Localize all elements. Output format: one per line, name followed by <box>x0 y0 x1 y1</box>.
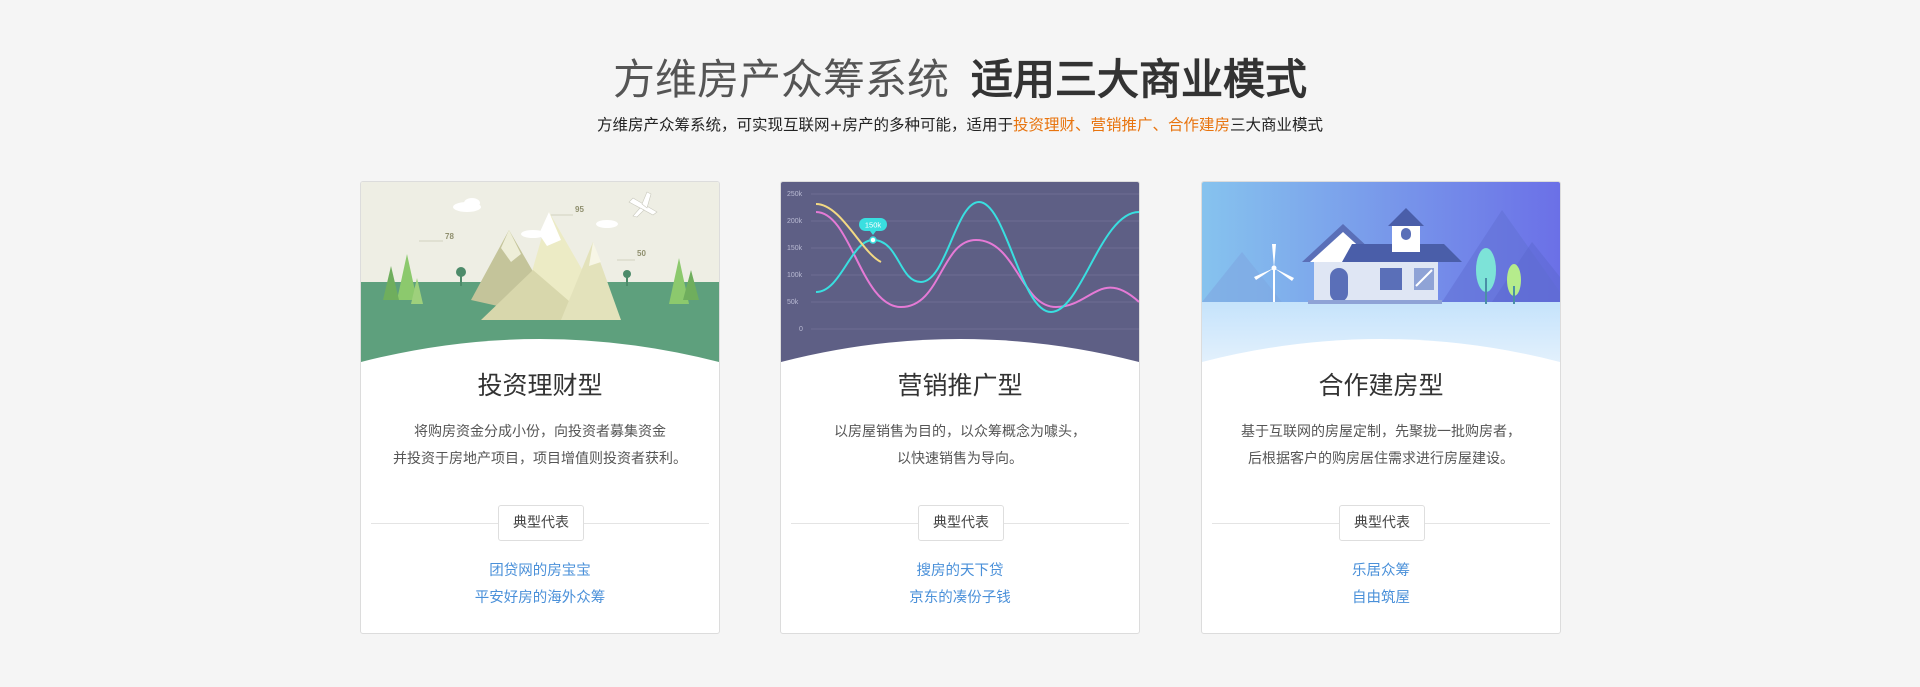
card-description-line: 以房屋销售为目的，以众筹概念为噱头， <box>834 424 1086 440</box>
page-title-emphasis: 适用三大商业模式 <box>971 55 1308 104</box>
example-links: 搜房的天下贷 京东的凑份子钱 <box>781 558 1139 612</box>
chart-bubble-value: 150k <box>865 221 882 230</box>
card-description-line: 以快速销售为导向。 <box>897 451 1023 467</box>
card-description: 将购房资金分成小份，向投资者募集资金 并投资于房地产项目，项目增值则投资者获利。 <box>361 419 719 473</box>
card-title: 营销推广型 <box>897 371 1023 400</box>
chart-tick-200k: 200k <box>787 218 803 225</box>
card-description-line: 将购房资金分成小份，向投资者募集资金 <box>414 424 666 440</box>
illustration-label-95: 95 <box>575 205 584 214</box>
typical-examples-tag: 典型代表 <box>1339 505 1425 541</box>
page-subtitle: 方维房产众筹系统，可实现互联网+房产的多种可能，适用于投资理财、营销推广、合作建… <box>0 115 1920 135</box>
example-link-leju[interactable]: 乐居众筹 <box>1202 558 1560 585</box>
card-investment: 95 78 50 投资理财型 将购房资金分成小份，向投资者募集资金 并投资于房地… <box>360 181 720 634</box>
chart-tick-0: 0 <box>799 326 803 333</box>
page-title-main: 方维房产众筹系统 <box>612 55 949 104</box>
house-illustration <box>1202 182 1560 374</box>
typical-examples-tag: 典型代表 <box>918 505 1004 541</box>
example-link-soufun[interactable]: 搜房的天下贷 <box>781 558 1139 585</box>
card-description-line: 后根据客户的购房居住需求进行房屋建设。 <box>1248 451 1514 467</box>
subtitle-prefix: 方维房产众筹系统，可实现互联网+房产的多种可能，适用于 <box>596 116 1013 134</box>
chart-tick-250k: 250k <box>787 191 803 198</box>
subtitle-highlight: 投资理财、营销推广、合作建房 <box>1012 116 1230 134</box>
card-title: 投资理财型 <box>477 371 603 400</box>
example-links: 乐居众筹 自由筑屋 <box>1202 558 1560 612</box>
card-cobuilding: 合作建房型 基于互联网的房屋定制，先聚拢一批购房者， 后根据客户的购房居住需求进… <box>1201 181 1561 634</box>
page-title: 方维房产众筹系统 适用三大商业模式 <box>0 52 1920 108</box>
example-link-pingan[interactable]: 平安好房的海外众筹 <box>361 585 719 612</box>
card-marketing: 250k 200k 150k 100k 50k 0 150k 营销推广型 以房屋… <box>780 181 1140 634</box>
mountain-illustration: 95 78 50 <box>361 182 719 374</box>
example-link-jd[interactable]: 京东的凑份子钱 <box>781 585 1139 612</box>
chart-tick-150k: 150k <box>787 245 803 252</box>
example-links: 团贷网的房宝宝 平安好房的海外众筹 <box>361 558 719 612</box>
card-description: 基于互联网的房屋定制，先聚拢一批购房者， 后根据客户的购房居住需求进行房屋建设。 <box>1202 419 1560 473</box>
card-description-line: 并投资于房地产项目，项目增值则投资者获利。 <box>393 451 687 467</box>
card-description-line: 基于互联网的房屋定制，先聚拢一批购房者， <box>1241 424 1521 440</box>
example-link-ziyou[interactable]: 自由筑屋 <box>1202 585 1560 612</box>
chart-illustration: 250k 200k 150k 100k 50k 0 150k <box>781 182 1139 374</box>
illustration-label-78: 78 <box>445 232 454 241</box>
illustration-label-50: 50 <box>637 249 646 258</box>
card-title: 合作建房型 <box>1318 371 1444 400</box>
page: 方维房产众筹系统 适用三大商业模式 方维房产众筹系统，可实现互联网+房产的多种可能… <box>0 0 1920 687</box>
example-link-tuandai[interactable]: 团贷网的房宝宝 <box>361 558 719 585</box>
subtitle-suffix: 三大商业模式 <box>1230 116 1324 134</box>
typical-examples-tag: 典型代表 <box>498 505 584 541</box>
chart-tick-100k: 100k <box>787 272 803 279</box>
card-description: 以房屋销售为目的，以众筹概念为噱头， 以快速销售为导向。 <box>781 419 1139 473</box>
chart-tick-50k: 50k <box>787 299 799 306</box>
